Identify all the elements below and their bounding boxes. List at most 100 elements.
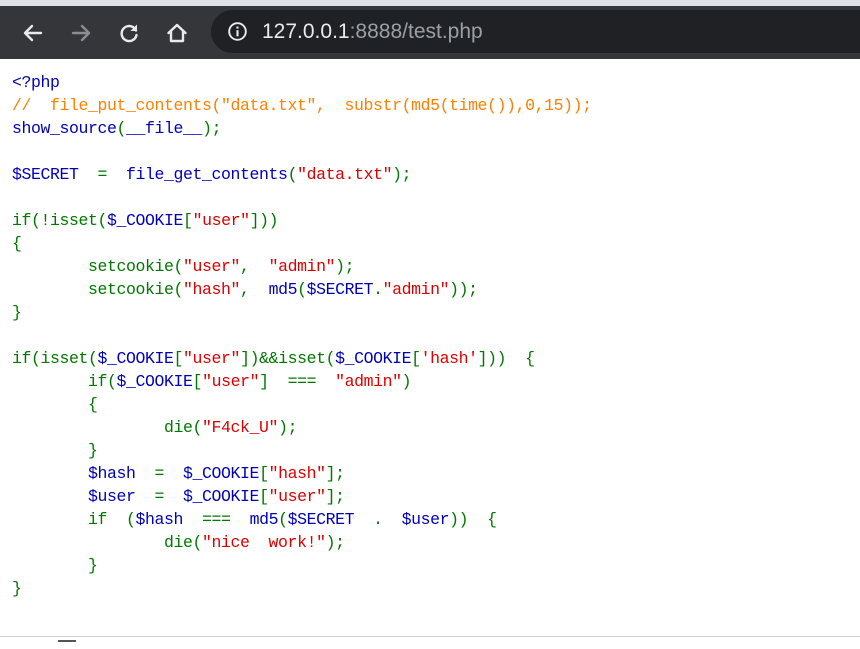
code-token: [ bbox=[259, 487, 269, 506]
code-line: $hash = $_COOKIE["hash"]; bbox=[12, 462, 592, 485]
code-token: $user bbox=[401, 510, 450, 529]
code-line: if(!isset($_COOKIE["user"])) bbox=[12, 209, 592, 232]
code-token: ); bbox=[325, 533, 345, 552]
code-line: if($_COOKIE["user"] === "admin") bbox=[12, 370, 592, 393]
code-line: if(isset($_COOKIE["user"])&&isset($_COOK… bbox=[12, 347, 592, 370]
code-token: if ( bbox=[12, 510, 136, 529]
code-token: ] === bbox=[259, 372, 336, 391]
code-line: setcookie("user", "admin"); bbox=[12, 255, 592, 278]
code-token: "F4ck_U" bbox=[202, 418, 279, 437]
code-token: $SECRET bbox=[12, 165, 98, 184]
code-token: , bbox=[240, 257, 269, 276]
code-token: = bbox=[154, 487, 184, 506]
code-line: setcookie("hash", md5($SECRET."admin")); bbox=[12, 278, 592, 301]
code-line: } bbox=[12, 301, 592, 324]
code-line: // file_put_contents("data.txt", substr(… bbox=[12, 94, 592, 117]
code-token: // file_put_contents("data.txt", substr(… bbox=[12, 96, 592, 115]
code-token: } bbox=[12, 579, 22, 598]
code-token: $_COOKIE bbox=[116, 372, 193, 391]
code-token: "user" bbox=[183, 257, 241, 276]
code-token: ]; bbox=[325, 464, 345, 483]
code-token: $_COOKIE bbox=[335, 349, 412, 368]
code-token: $hash bbox=[135, 510, 203, 529]
forward-button[interactable] bbox=[64, 16, 98, 50]
code-token: [ bbox=[411, 349, 421, 368]
code-token: [ bbox=[173, 349, 184, 368]
code-token: "hash" bbox=[183, 280, 241, 299]
code-token: show_source bbox=[12, 119, 117, 138]
code-token: === bbox=[202, 510, 250, 529]
code-line: <?php bbox=[12, 71, 592, 94]
code-token: if( bbox=[12, 372, 117, 391]
code-token: ])&&isset( bbox=[240, 349, 336, 368]
code-line: $SECRET = file_get_contents("data.txt"); bbox=[12, 163, 592, 186]
code-token: ( bbox=[278, 510, 288, 529]
bottom-bar bbox=[0, 636, 860, 649]
code-token: if(!isset( bbox=[12, 211, 108, 230]
reload-button[interactable] bbox=[112, 16, 146, 50]
forward-arrow-icon bbox=[71, 24, 91, 42]
code-token: $hash bbox=[12, 464, 155, 483]
code-token: "nice work!" bbox=[202, 533, 326, 552]
code-token: ( bbox=[297, 280, 307, 299]
code-token: if(isset( bbox=[12, 349, 98, 368]
browser-toolbar: 127.0.0.1:8888/test.php bbox=[0, 6, 860, 59]
code-token: "admin" bbox=[335, 372, 402, 391]
code-token: ])) { bbox=[477, 349, 535, 368]
code-token: $SECRET bbox=[306, 280, 374, 299]
address-bar[interactable]: 127.0.0.1:8888/test.php bbox=[211, 10, 860, 53]
code-line: $user = $_COOKIE["user"]; bbox=[12, 485, 592, 508]
code-line: die("nice work!"); bbox=[12, 531, 592, 554]
code-token: $_COOKIE bbox=[183, 487, 260, 506]
code-token: "user" bbox=[192, 211, 250, 230]
url-path: :8888/test.php bbox=[349, 20, 483, 43]
code-token: = bbox=[97, 165, 127, 184]
home-button[interactable] bbox=[160, 16, 194, 50]
code-token: ); bbox=[278, 418, 298, 437]
code-token: ) bbox=[401, 372, 412, 391]
code-token: $_COOKIE bbox=[97, 349, 174, 368]
php-source-code: <?php // file_put_contents("data.txt", su… bbox=[12, 71, 592, 600]
code-token: } bbox=[12, 303, 22, 322]
code-token: [ bbox=[259, 464, 269, 483]
code-line: } bbox=[12, 554, 592, 577]
url-host: 127.0.0.1 bbox=[262, 20, 350, 43]
code-token: "data.txt" bbox=[297, 165, 393, 184]
code-token: ( bbox=[116, 119, 127, 138]
code-token: { bbox=[12, 395, 98, 414]
info-icon[interactable] bbox=[227, 21, 248, 42]
code-token: $user bbox=[12, 487, 155, 506]
code-token: $SECRET bbox=[287, 510, 374, 529]
code-token: 'hash' bbox=[420, 349, 478, 368]
code-line: if ($hash === md5($SECRET . $user)) { bbox=[12, 508, 592, 531]
back-button[interactable] bbox=[16, 16, 50, 50]
code-token: ]; bbox=[325, 487, 345, 506]
code-token: __file__ bbox=[126, 119, 203, 138]
code-line: } bbox=[12, 577, 592, 600]
code-token: md5 bbox=[268, 280, 298, 299]
address-bar-url[interactable]: 127.0.0.1:8888/test.php bbox=[262, 19, 483, 44]
bottom-bar-item bbox=[58, 640, 76, 648]
code-token: "user" bbox=[202, 372, 260, 391]
code-token: "user" bbox=[268, 487, 326, 506]
code-token: ( bbox=[287, 165, 298, 184]
code-token: ); bbox=[335, 257, 355, 276]
code-token: { bbox=[12, 234, 22, 253]
code-line: die("F4ck_U"); bbox=[12, 416, 592, 439]
code-line: { bbox=[12, 232, 592, 255]
code-token: ])) bbox=[249, 211, 279, 230]
code-token: } bbox=[12, 441, 98, 460]
code-line: show_source(__file__); bbox=[12, 117, 592, 140]
code-token: } bbox=[12, 556, 98, 575]
code-token: . bbox=[373, 510, 402, 529]
code-token: = bbox=[154, 464, 184, 483]
code-token: ); bbox=[202, 119, 222, 138]
code-token: [ bbox=[183, 211, 193, 230]
home-icon bbox=[167, 23, 187, 43]
code-token: setcookie( bbox=[12, 280, 184, 299]
code-token: "admin" bbox=[382, 280, 450, 299]
code-token: $_COOKIE bbox=[183, 464, 260, 483]
code-token: file_get_contents bbox=[126, 165, 288, 184]
